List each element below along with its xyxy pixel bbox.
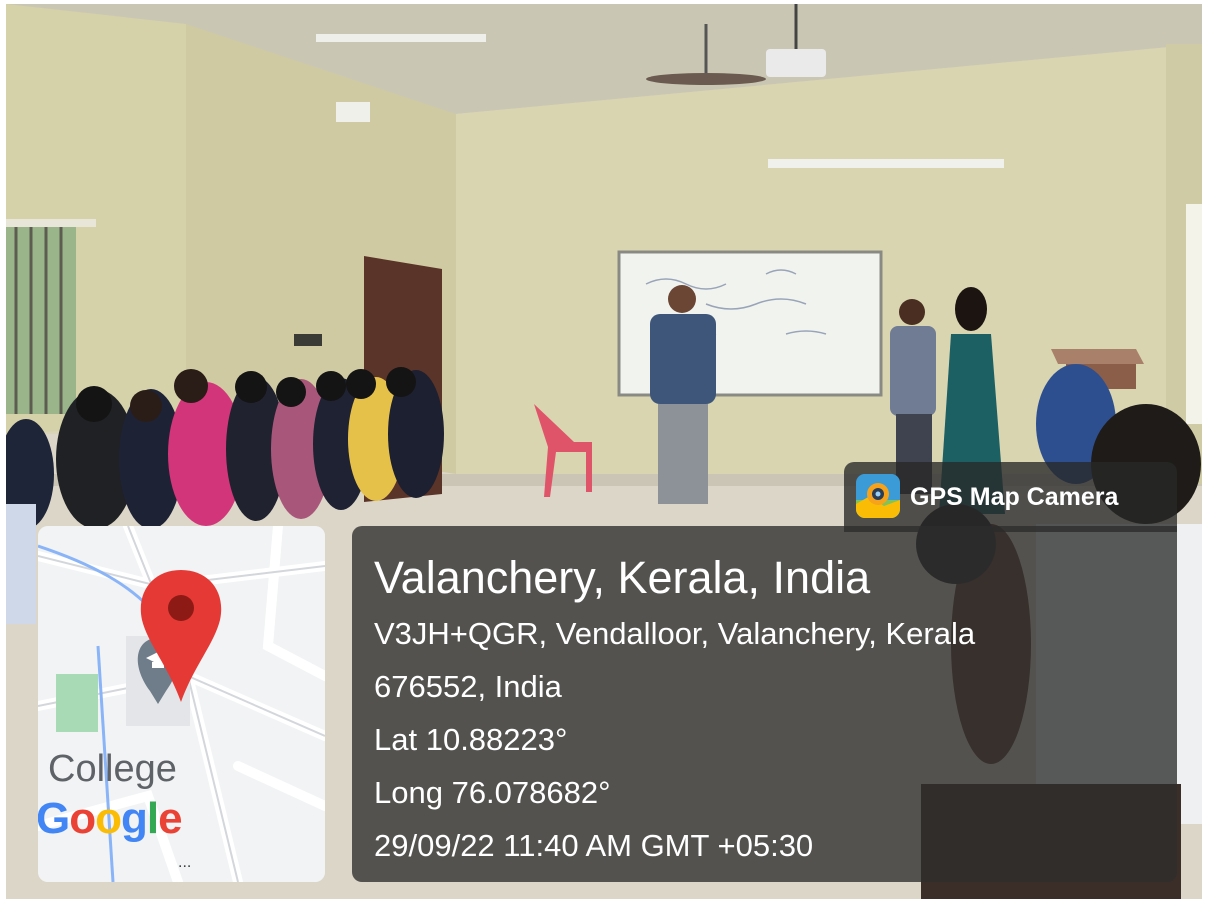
classroom-photo: College Google ... GPS Map Camera Valanc…: [6, 4, 1202, 899]
timestamp-text: 29/09/22 11:40 AM GMT +05:30: [374, 828, 814, 863]
google-logo-letter: g: [121, 794, 148, 843]
location-headline: Valanchery, Kerala, India: [374, 552, 871, 603]
map-place-label: College: [48, 748, 177, 790]
google-logo-letter: e: [158, 794, 183, 843]
google-logo: Google: [38, 794, 183, 844]
google-logo-letter: l: [146, 794, 159, 843]
address-line-2: 676552, India: [374, 669, 562, 704]
address-line-1: V3JH+QGR, Vendalloor, Valanchery, Kerala: [374, 616, 976, 651]
google-logo-letter: o: [95, 794, 122, 843]
gps-app-label: GPS Map Camera: [910, 483, 1119, 511]
gps-map-camera-icon: [856, 474, 900, 518]
latitude-text: Lat 10.88223°: [374, 722, 568, 757]
map-more-icon[interactable]: ...: [178, 854, 191, 872]
google-logo-letter: o: [69, 794, 96, 843]
gps-app-badge: GPS Map Camera: [844, 462, 1177, 532]
longitude-text: Long 76.078682°: [374, 775, 611, 810]
location-info-panel: Valanchery, Kerala, India V3JH+QGR, Vend…: [352, 526, 1177, 882]
google-logo-letter: G: [38, 794, 70, 843]
location-map-thumbnail[interactable]: College Google ...: [38, 526, 325, 882]
